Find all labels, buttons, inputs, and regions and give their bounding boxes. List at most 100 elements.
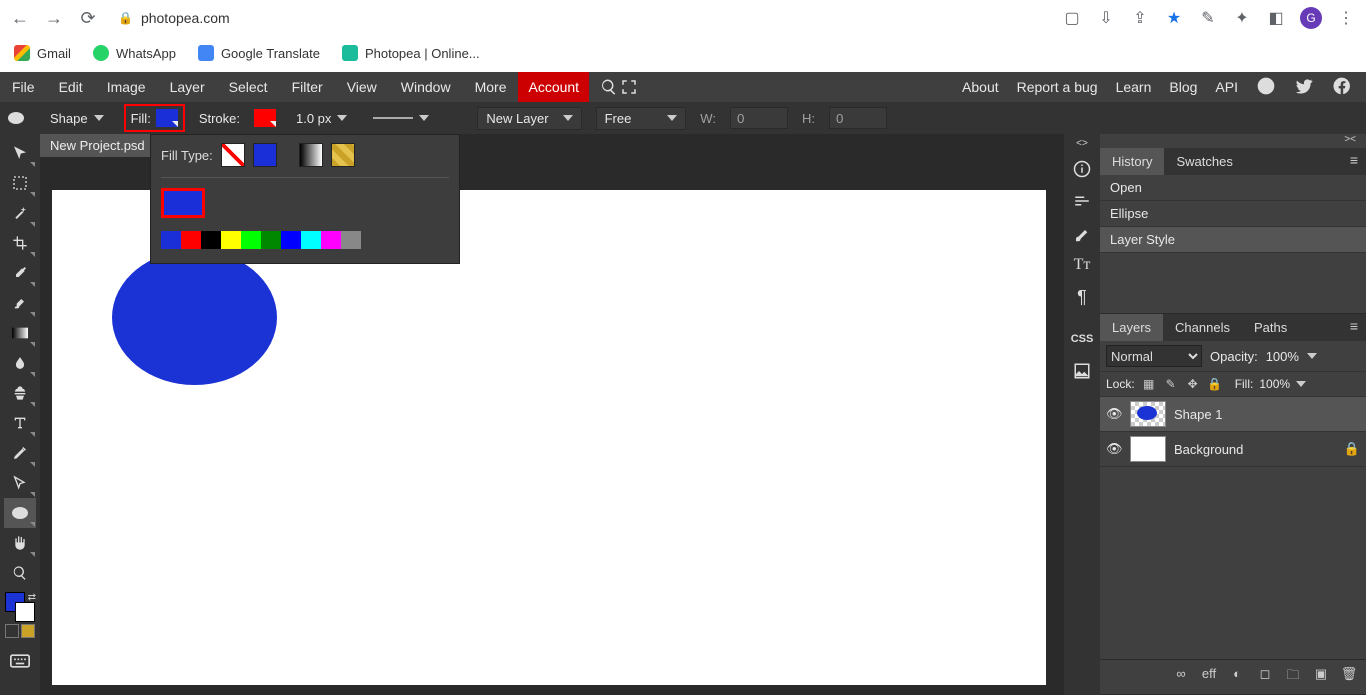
palette-color[interactable] [261, 231, 281, 249]
twitter-icon[interactable] [1294, 76, 1314, 99]
menu-more[interactable]: More [463, 72, 519, 102]
kebab-menu-icon[interactable]: ⋮ [1336, 8, 1356, 28]
move-tool[interactable] [4, 138, 36, 168]
fill-type-gradient[interactable] [299, 143, 323, 167]
adjustment-layer-icon[interactable]: ◐ [1228, 666, 1246, 688]
fill-type-pattern[interactable] [331, 143, 355, 167]
ellipse-shape-tool[interactable] [4, 498, 36, 528]
height-input[interactable] [829, 107, 887, 129]
palette-color[interactable] [281, 231, 301, 249]
history-item[interactable]: Layer Style [1100, 227, 1366, 253]
keyboard-icon[interactable] [4, 646, 36, 676]
type-tool[interactable] [4, 408, 36, 438]
new-layer-icon[interactable]: ▣ [1312, 666, 1330, 688]
blend-mode-select[interactable]: Normal [1106, 345, 1202, 367]
character-panel-icon[interactable]: Tᴛ [1067, 250, 1097, 280]
tab-history[interactable]: History [1100, 148, 1164, 175]
palette-color[interactable] [201, 231, 221, 249]
fg-bg-colors[interactable]: ⇄ [3, 592, 37, 622]
swap-colors-icon[interactable]: ⇄ [28, 592, 36, 603]
link-about[interactable]: About [962, 79, 999, 95]
menu-account[interactable]: Account [518, 72, 589, 102]
link-learn[interactable]: Learn [1116, 79, 1152, 95]
menu-edit[interactable]: Edit [47, 72, 95, 102]
profile-avatar[interactable]: G [1300, 7, 1322, 29]
layer-effects-icon[interactable]: eff [1200, 666, 1218, 688]
palette-color[interactable] [221, 231, 241, 249]
current-fill-swatch[interactable] [161, 188, 205, 218]
panel-menu-icon[interactable]: ≡ [1342, 148, 1366, 175]
image-panel-icon[interactable] [1067, 356, 1097, 386]
reload-button[interactable]: ⟳ [78, 8, 98, 29]
info-panel-icon[interactable] [1067, 154, 1097, 184]
tab-paths[interactable]: Paths [1242, 314, 1299, 341]
wand-tool[interactable] [4, 198, 36, 228]
delete-layer-icon[interactable]: 🗑 [1340, 666, 1358, 688]
mask-icon[interactable]: ◻ [1256, 666, 1274, 688]
width-input[interactable] [730, 107, 788, 129]
visibility-toggle[interactable]: 👁 [1106, 441, 1122, 457]
layer-name[interactable]: Background [1174, 442, 1243, 457]
stroke-style[interactable] [367, 113, 435, 123]
palette-color[interactable] [321, 231, 341, 249]
menu-select[interactable]: Select [217, 72, 280, 102]
back-button[interactable]: ← [10, 8, 30, 29]
fill-color-chip[interactable] [156, 109, 178, 127]
link-api[interactable]: API [1215, 79, 1238, 95]
link-blog[interactable]: Blog [1169, 79, 1197, 95]
palette-color[interactable] [181, 231, 201, 249]
extensions-icon[interactable]: ✦ [1232, 8, 1252, 28]
tab-channels[interactable]: Channels [1163, 314, 1242, 341]
opacity-value[interactable]: 100% [1266, 349, 1299, 364]
layer-thumbnail[interactable] [1130, 436, 1166, 462]
download-icon[interactable]: ⇩ [1096, 8, 1116, 28]
layer-fill-value[interactable]: 100% [1259, 377, 1290, 391]
path-select-tool[interactable] [4, 468, 36, 498]
palette-color[interactable] [301, 231, 321, 249]
shape-mode-select[interactable]: Shape [44, 109, 110, 128]
bookmark-photopea[interactable]: Photopea | Online... [342, 45, 480, 61]
fill-control[interactable]: Fill: [124, 104, 185, 132]
link-layers-icon[interactable]: ∞ [1172, 666, 1190, 688]
paragraph-panel-icon[interactable]: ¶ [1067, 282, 1097, 312]
tab-layers[interactable]: Layers [1100, 314, 1163, 341]
search-icon[interactable] [599, 77, 619, 97]
lock-brush-icon[interactable]: ✎ [1163, 376, 1179, 392]
folder-icon[interactable]: 🗀 [1284, 666, 1302, 688]
layer-name[interactable]: Shape 1 [1174, 407, 1222, 422]
history-item[interactable]: Ellipse [1100, 201, 1366, 227]
panel-menu-icon[interactable]: ≡ [1342, 314, 1366, 341]
background-color[interactable] [15, 602, 35, 622]
layer-thumbnail[interactable] [1130, 401, 1166, 427]
document-tab[interactable]: New Project.psd [40, 134, 155, 157]
lock-pixels-icon[interactable]: ▦ [1141, 376, 1157, 392]
zoom-tool[interactable] [4, 558, 36, 588]
marquee-tool[interactable] [4, 168, 36, 198]
clone-tool[interactable] [4, 378, 36, 408]
gradient-tool[interactable] [4, 318, 36, 348]
pen-tool[interactable] [4, 438, 36, 468]
chevron-down-icon[interactable] [1307, 353, 1317, 359]
brush-tool[interactable] [4, 288, 36, 318]
lock-all-icon[interactable]: 🔒 [1207, 376, 1223, 392]
stroke-width[interactable]: 1.0 px [290, 109, 353, 128]
bookmark-whatsapp[interactable]: WhatsApp [93, 45, 176, 61]
menu-filter[interactable]: Filter [280, 72, 335, 102]
reddit-icon[interactable] [1256, 76, 1276, 99]
menu-image[interactable]: Image [95, 72, 158, 102]
share-icon[interactable]: ⇪ [1130, 8, 1150, 28]
menu-file[interactable]: File [0, 72, 47, 102]
fullscreen-icon[interactable] [619, 77, 639, 97]
blur-tool[interactable] [4, 348, 36, 378]
brush-panel-icon[interactable] [1067, 218, 1097, 248]
ellipse-shape[interactable] [112, 250, 277, 385]
menu-window[interactable]: Window [389, 72, 463, 102]
stroke-color-chip[interactable] [254, 109, 276, 127]
quickmask-toggle[interactable] [5, 624, 35, 642]
palette-color[interactable] [161, 231, 181, 249]
fill-type-none[interactable] [221, 143, 245, 167]
palette-color[interactable] [341, 231, 361, 249]
constrain-select[interactable]: Free [596, 107, 687, 130]
lock-position-icon[interactable]: ✥ [1185, 376, 1201, 392]
collapse-right-icon[interactable]: >< [1344, 134, 1356, 148]
